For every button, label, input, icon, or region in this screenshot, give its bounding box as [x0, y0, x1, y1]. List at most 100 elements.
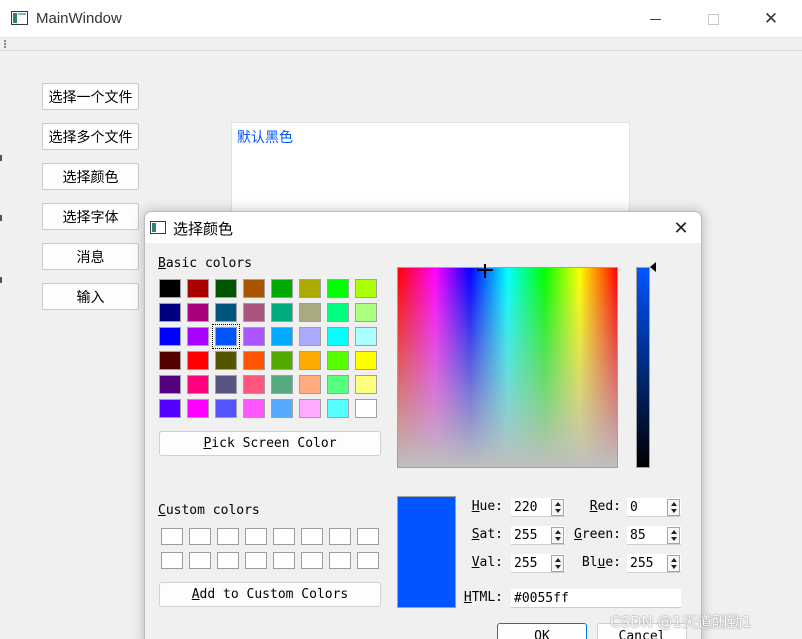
custom-color-cell[interactable] — [357, 528, 379, 545]
basic-color-swatch[interactable] — [327, 279, 349, 298]
basic-colors-label: Basic colors — [158, 256, 252, 271]
text-display[interactable]: 默认黑色 — [231, 122, 630, 222]
custom-color-cell[interactable] — [189, 528, 211, 545]
custom-color-cell[interactable] — [217, 552, 239, 569]
custom-color-cell[interactable] — [217, 528, 239, 545]
basic-color-swatch[interactable] — [355, 375, 377, 394]
basic-color-swatch[interactable] — [299, 279, 321, 298]
add-to-custom-colors-button[interactable]: Add to Custom Colors — [159, 582, 381, 607]
custom-color-cell[interactable] — [161, 528, 183, 545]
basic-color-swatch[interactable] — [243, 327, 265, 346]
hue-saturation-picker[interactable] — [397, 267, 618, 468]
message-button[interactable]: 消息 — [42, 243, 139, 270]
spin-arrows-icon[interactable] — [667, 499, 680, 516]
spin-arrows-icon[interactable] — [667, 555, 680, 572]
basic-color-swatch[interactable] — [271, 375, 293, 394]
basic-color-swatch[interactable] — [299, 375, 321, 394]
custom-color-cell[interactable] — [273, 552, 295, 569]
custom-color-cell[interactable] — [273, 528, 295, 545]
basic-color-swatch[interactable] — [187, 279, 209, 298]
maximize-button[interactable] — [684, 0, 742, 38]
basic-color-swatch[interactable] — [271, 351, 293, 370]
hue-spinbox[interactable]: 220 — [511, 498, 565, 517]
basic-color-swatch[interactable] — [355, 303, 377, 322]
basic-color-swatch[interactable] — [271, 279, 293, 298]
basic-color-swatch[interactable] — [327, 351, 349, 370]
custom-color-cell[interactable] — [161, 552, 183, 569]
basic-color-swatch[interactable] — [327, 375, 349, 394]
select-one-file-button[interactable]: 选择一个文件 — [42, 83, 139, 110]
basic-color-swatch[interactable] — [243, 351, 265, 370]
html-color-input[interactable]: #0055ff — [511, 589, 681, 608]
minimize-button[interactable] — [626, 0, 684, 38]
basic-color-swatch[interactable] — [187, 327, 209, 346]
custom-color-cell[interactable] — [245, 528, 267, 545]
red-spinbox[interactable]: 0 — [627, 498, 681, 517]
basic-color-swatch[interactable] — [271, 399, 293, 418]
basic-color-swatch[interactable] — [355, 279, 377, 298]
input-button[interactable]: 输入 — [42, 283, 139, 310]
spin-arrows-icon[interactable] — [551, 555, 564, 572]
basic-color-swatch[interactable] — [271, 327, 293, 346]
basic-color-swatch[interactable] — [215, 375, 237, 394]
basic-color-swatch[interactable] — [212, 324, 240, 349]
basic-color-swatch[interactable] — [327, 327, 349, 346]
pick-screen-color-button[interactable]: Pick Screen Color — [159, 431, 381, 456]
basic-color-swatch[interactable] — [159, 303, 181, 322]
basic-color-swatch[interactable] — [355, 399, 377, 418]
basic-color-swatch[interactable] — [215, 303, 237, 322]
close-button[interactable]: ✕ — [742, 0, 800, 38]
custom-color-cell[interactable] — [301, 552, 323, 569]
basic-color-swatch[interactable] — [299, 303, 321, 322]
sat-spinbox[interactable]: 255 — [511, 526, 565, 545]
custom-color-cell[interactable] — [329, 528, 351, 545]
basic-color-swatch[interactable] — [187, 375, 209, 394]
basic-color-swatch[interactable] — [187, 303, 209, 322]
dialog-close-button[interactable]: ✕ — [663, 214, 699, 242]
basic-color-swatch[interactable] — [215, 279, 237, 298]
basic-color-swatch[interactable] — [187, 399, 209, 418]
basic-color-swatch[interactable] — [159, 279, 181, 298]
val-spinbox[interactable]: 255 — [511, 554, 565, 573]
toolbar-grip-icon[interactable] — [4, 40, 6, 48]
basic-color-swatch[interactable] — [271, 303, 293, 322]
basic-color-swatch[interactable] — [215, 351, 237, 370]
green-spinbox[interactable]: 85 — [627, 526, 681, 545]
crosshair-icon[interactable] — [477, 264, 493, 278]
luminance-slider[interactable] — [636, 267, 650, 468]
basic-color-swatch[interactable] — [159, 375, 181, 394]
basic-color-swatch[interactable] — [243, 279, 265, 298]
luminance-arrow-icon[interactable] — [650, 262, 656, 272]
window-title: MainWindow — [36, 10, 122, 27]
basic-color-swatch[interactable] — [215, 399, 237, 418]
basic-color-swatch[interactable] — [299, 327, 321, 346]
select-font-button[interactable]: 选择字体 — [42, 203, 139, 230]
basic-color-swatch[interactable] — [243, 303, 265, 322]
blue-spinbox[interactable]: 255 — [627, 554, 681, 573]
basic-color-swatch[interactable] — [327, 303, 349, 322]
basic-color-swatch[interactable] — [355, 351, 377, 370]
basic-color-swatch[interactable] — [187, 351, 209, 370]
custom-color-cell[interactable] — [245, 552, 267, 569]
basic-color-swatch[interactable] — [243, 375, 265, 394]
spin-arrows-icon[interactable] — [667, 527, 680, 544]
custom-color-cell[interactable] — [357, 552, 379, 569]
green-label: Green: — [574, 527, 621, 542]
basic-color-swatch[interactable] — [159, 327, 181, 346]
basic-color-swatch[interactable] — [159, 351, 181, 370]
basic-color-swatch[interactable] — [243, 399, 265, 418]
basic-color-swatch[interactable] — [299, 351, 321, 370]
basic-color-swatch[interactable] — [159, 399, 181, 418]
basic-color-swatch[interactable] — [299, 399, 321, 418]
html-label: HTML: — [463, 590, 503, 605]
spin-arrows-icon[interactable] — [551, 499, 564, 516]
ok-button[interactable]: OK — [497, 623, 587, 639]
spin-arrows-icon[interactable] — [551, 527, 564, 544]
select-color-button[interactable]: 选择颜色 — [42, 163, 139, 190]
custom-color-cell[interactable] — [189, 552, 211, 569]
select-multiple-files-button[interactable]: 选择多个文件 — [42, 123, 139, 150]
basic-color-swatch[interactable] — [327, 399, 349, 418]
basic-color-swatch[interactable] — [355, 327, 377, 346]
custom-color-cell[interactable] — [301, 528, 323, 545]
custom-color-cell[interactable] — [329, 552, 351, 569]
